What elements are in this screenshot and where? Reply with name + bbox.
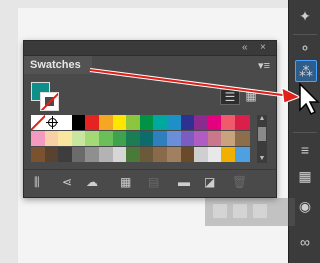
share-icon[interactable]: ⋖	[62, 175, 72, 189]
panel-header-bar[interactable]: « ×	[24, 41, 276, 56]
scroll-up-icon[interactable]: ▲	[257, 115, 267, 123]
swatch-kind-icon[interactable]: ▦	[120, 175, 131, 189]
options-icon[interactable]: ▤	[148, 175, 159, 189]
gradient-icon[interactable]: ▦	[295, 166, 315, 186]
divider	[293, 34, 317, 35]
trash-icon[interactable]: 🗑	[232, 175, 247, 189]
swatch-scrollbar[interactable]: ▲ ▼	[257, 115, 267, 163]
swatch-cell[interactable]	[235, 147, 250, 162]
grid-view-icon[interactable]: ▦	[242, 89, 260, 103]
library-icon[interactable]: ⫼	[34, 175, 40, 189]
scroll-down-icon[interactable]: ▼	[257, 155, 267, 163]
panel-menu-icon[interactable]: ▾≡	[258, 59, 270, 72]
panel-bottom-toolbar: ⫼ ⋖ ☁ ▦ ▤ ▬ ◪ 🗑	[24, 169, 276, 194]
stroke-inner	[45, 97, 54, 106]
swatches-panel: « × Swatches ▾≡ ☰ ▦ ▲ ▼ ⫼ ⋖ ☁ ▦ ▤ ▬ ◪ 🗑	[23, 40, 277, 198]
cloud-icon[interactable]: ☁	[86, 175, 98, 189]
close-icon[interactable]: ×	[260, 42, 266, 54]
layers-icon[interactable]: ≡	[295, 140, 315, 160]
folder-icon[interactable]: ▬	[178, 175, 190, 189]
scroll-thumb[interactable]	[258, 127, 266, 141]
swatch-grid	[30, 114, 250, 163]
puppet-icon[interactable]: ✦	[295, 6, 315, 26]
swatch-cell[interactable]	[235, 131, 250, 146]
list-view-icon[interactable]: ☰	[220, 89, 240, 105]
collapse-icon[interactable]: «	[242, 42, 248, 54]
swatches-panel-icon[interactable]: ⁂	[295, 60, 317, 82]
swatch-cell[interactable]	[235, 115, 250, 130]
drag-ghost-preview	[205, 198, 295, 226]
share-icon[interactable]: ⚬	[295, 38, 315, 58]
appearance-icon[interactable]: ◉	[295, 196, 315, 216]
cc-library-icon[interactable]: ∞	[295, 232, 315, 252]
stroke-color-swatch[interactable]	[40, 92, 59, 111]
divider	[293, 132, 317, 133]
tab-swatches[interactable]: Swatches	[24, 56, 92, 74]
new-swatch-icon[interactable]: ◪	[204, 175, 215, 189]
pointer-cursor-icon	[299, 82, 320, 116]
